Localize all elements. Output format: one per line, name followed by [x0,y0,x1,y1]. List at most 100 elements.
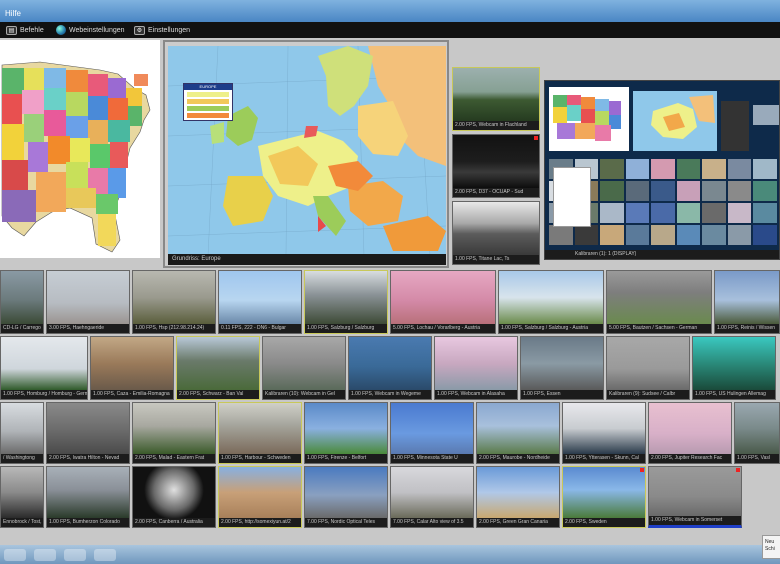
mini-thumb-column [721,101,749,151]
camera-thumbnail[interactable]: 1.00 FPS, Webcam in Somerset [648,466,742,528]
camera-thumbnail[interactable]: 1.00 FPS, Salzburg / Salzburg [304,270,388,334]
camera-thumbnail[interactable]: 2.00 FPS, Canberra / Australia [132,466,216,528]
camera-thumbnail[interactable]: 1.00 FPS, Hsp (212.98.214.24) [132,270,216,334]
camera-thumbnail[interactable]: 3.00 FPS, Haehngaeride [46,270,130,334]
camera-caption: 2.00 FPS, Maurobe - Nordheide [477,454,559,463]
camera-thumbnail[interactable]: 1.00 FPS, Caza - Emilia-Romagna [90,336,174,400]
camera-image [453,135,539,188]
menu-item-einstellungen[interactable]: ⚙ Einstellungen [134,24,190,36]
camera-thumbnail[interactable]: Kalibraren (9): Sudsee / Calbr [606,336,690,400]
camera-thumbnail[interactable]: CD-LG / Carrego [0,270,44,334]
mini-window [753,105,779,125]
camera-thumbnail[interactable]: 1.00 FPS, Minnesota State U [390,402,474,464]
taskbar-app-button[interactable] [94,549,116,561]
camera-thumbnail[interactable]: 2.00 FPS, Jupiter Research Fac [648,402,732,464]
camera-caption: Kalibraren (10): Webcam in Gel [263,390,345,399]
camera-thumbnail[interactable]: Ennobrock / Tost, Rus [0,466,44,528]
camera-image [453,68,539,121]
camera-thumbnail[interactable]: 7.00 FPS, Calar Alto view of 3.5 [390,466,474,528]
taskbar-app-button[interactable] [64,549,86,561]
taskbar-app-button[interactable] [34,549,56,561]
recording-indicator-icon [736,468,740,472]
camera-thumbnail[interactable]: 2.00 FPS, http://somexiyun.at/2 [218,466,302,528]
notification-popup[interactable]: Neu Schi [762,535,780,559]
camera-caption: 1.00 FPS, Webcam in Alasaha [435,390,517,399]
camera-thumbnail[interactable]: 5.00 FPS, Lochau / Vorarlberg - Austria [390,270,496,334]
menu-label: Einstellungen [148,26,191,34]
command-icon: ▤ [6,25,17,35]
menu-item-webeinstellungen[interactable]: Webeinstellungen [56,24,125,36]
camera-caption: 2.00 FPS, Canberra / Australia [133,518,215,527]
camera-caption: 1.00 FPS, Webcam in Somerset [649,516,741,525]
camera-caption: 7.00 FPS, Calar Alto view of 3.5 [391,518,473,527]
camera-thumbnail[interactable]: 2.00 FPS, Iwatra Hilton - Nevad [46,402,130,464]
camera-caption: 1.00 FPS, Vasl [735,454,779,463]
camera-thumbnail[interactable]: 1.00 FPS, Ytterasen - Skunn, Cal [562,402,646,464]
camera-thumbnail[interactable]: 1.00 FPS, Salzburg / Salzburg - Austria [498,270,604,334]
camera-caption: 1.00 FPS, Hsp (212.98.214.24) [133,324,215,333]
camera-caption: 1.00 FPS, Salzburg / Salzburg [305,324,387,333]
camera-thumbnail[interactable]: 1.00 FPS, Bumherzon Colorado [46,466,130,528]
camera-thumbnail[interactable]: 1.00 FPS, Firenze - Belfort [304,402,388,464]
europe-map-caption: Grundriss: Europe [168,254,446,265]
camera-caption: 1.00 FPS, Caza - Emilia-Romagna [91,390,173,399]
camera-thumbnail[interactable]: 1.00 FPS, Titane Lac, Ts [452,201,540,265]
display-preview[interactable]: Kalibraren (1): 1 (DISPLAY) [544,80,780,260]
camera-thumbnail[interactable]: 1.00 FPS, US Hulingen Allemag [692,336,776,400]
camera-caption: 1.00 FPS, Harbour - Schweden [219,454,301,463]
camera-caption: 1.00 FPS, Ytterasen - Skunn, Cal [563,454,645,463]
camera-caption: 2.00 FPS, Malad - Eastern Frat [133,454,215,463]
camera-thumbnail[interactable]: 2.00 FPS, D37 - OCUAP - Sud [452,134,540,198]
camera-thumbnail[interactable]: 1.00 FPS, Webcam in Alasaha [434,336,518,400]
camera-caption: 5.00 FPS, Lochau / Vorarlberg - Austria [391,324,495,333]
camera-caption: 2.00 FPS, Sweden [563,518,645,527]
window-title: Hilfe [5,9,22,18]
mini-usa-map [549,87,629,151]
taskbar [0,545,780,564]
camera-thumbnail[interactable]: 2.00 FPS, Webcam in Flachland [452,67,540,131]
camera-caption: CD-LG / Carrego [1,324,43,333]
camera-caption: 1.00 FPS, Webcam in Wegeme [349,390,431,399]
camera-caption: 1.00 FPS, Salzburg / Salzburg - Austria [499,324,603,333]
camera-thumbnail[interactable]: 5.00 FPS, Bautzen / Sachsen - German [606,270,712,334]
camera-caption: 3.00 FPS, Haehngaeride [47,324,129,333]
camera-caption: 2.00 FPS, D37 - OCUAP - Sud [453,188,539,197]
camera-thumbnail[interactable]: 1.00 FPS, Vasl [734,402,780,464]
camera-thumbnail[interactable]: 0.11 FPS, 222 - DN6 - Bulgar [218,270,302,334]
camera-thumbnail[interactable]: 1.00 FPS, Reinis / Wissen [714,270,780,334]
camera-caption: 2.00 FPS, Schwarz - Ban Val [177,390,259,399]
europe-map-view[interactable]: EUROPE Grundriss: Europe [163,40,449,268]
app-window: Hilfe ▤ Befehle Webeinstellungen ⚙ Einst… [0,0,780,564]
camera-thumbnail[interactable]: 2.00 FPS, Maurobe - Nordheide [476,402,560,464]
camera-thumbnail[interactable]: 1.00 FPS, Webcam in Wegeme [348,336,432,400]
camera-caption: 2.00 FPS, http://somexiyun.at/2 [219,518,301,527]
camera-thumbnail[interactable]: 1.00 FPS, Essen [520,336,604,400]
start-button[interactable] [4,549,26,561]
notification-text: Neu Schi [765,539,775,552]
camera-thumbnail[interactable]: 2.00 FPS, Schwarz - Ban Val [176,336,260,400]
camera-caption: 2.00 FPS, Green Gran Canaria [477,518,559,527]
camera-thumbnail[interactable]: 2.00 FPS, Malad - Eastern Frat [132,402,216,464]
map-legend: EUROPE [183,83,233,121]
camera-thumbnail[interactable]: 2.00 FPS, Sweden [562,466,646,528]
camera-caption: 1.00 FPS, Bumherzon Colorado [47,518,129,527]
display-caption: Kalibraren (1): 1 (DISPLAY) [545,250,779,259]
recording-indicator-icon [534,136,538,140]
menu-label: Befehle [20,26,44,34]
camera-thumbnail[interactable]: / Washingtong [0,402,44,464]
menu-item-befehle[interactable]: ▤ Befehle [6,24,44,36]
menu-bar: ▤ Befehle Webeinstellungen ⚙ Einstellung… [0,22,780,38]
camera-caption: 1.00 FPS, US Hulingen Allemag [693,390,775,399]
camera-caption: 1.00 FPS, Minnesota State U [391,454,473,463]
camera-caption: 0.11 FPS, 222 - DN6 - Bulgar [219,324,301,333]
camera-thumbnail[interactable]: Kalibraren (10): Webcam in Gel [262,336,346,400]
usa-map-view[interactable] [0,40,160,258]
camera-thumbnail[interactable]: 2.00 FPS, Green Gran Canaria [476,466,560,528]
camera-thumbnail[interactable]: 1.00 FPS, Harbour - Schweden [218,402,302,464]
camera-caption: 7.00 FPS, Nordic Optical Teles [305,518,387,527]
settings-icon: ⚙ [134,25,145,35]
camera-thumbnail[interactable]: 1.00 FPS, Homburg / Homburg - German [0,336,88,400]
camera-caption: 1.00 FPS, Homburg / Homburg - German [1,390,87,399]
camera-thumbnail[interactable]: 7.00 FPS, Nordic Optical Teles [304,466,388,528]
camera-caption: 2.00 FPS, Webcam in Flachland [453,121,539,130]
